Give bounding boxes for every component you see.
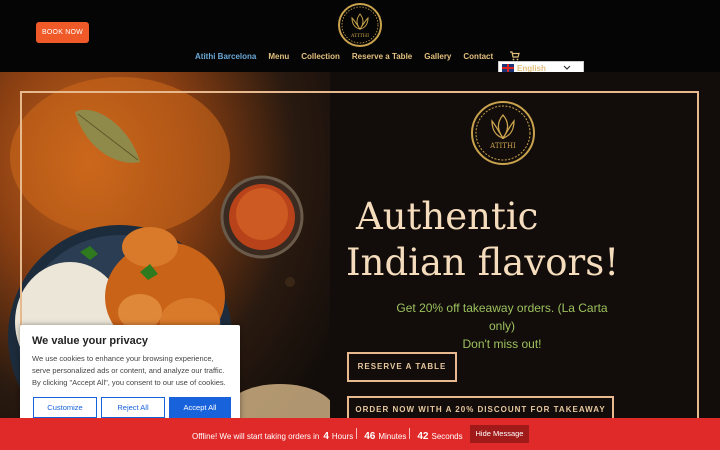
customize-button[interactable]: Customize: [33, 397, 97, 418]
svg-text:ATITHI: ATITHI: [350, 33, 369, 39]
hero-headline: Authentic Indian flavors!: [346, 194, 666, 286]
cookie-buttons: Customize Reject All Accept All: [33, 397, 231, 418]
uk-flag-icon: [502, 64, 514, 72]
headline-line-1: Authentic: [356, 195, 539, 238]
nav-reserve-table[interactable]: Reserve a Table: [352, 52, 412, 64]
nav-gallery[interactable]: Gallery: [424, 52, 451, 64]
cookie-consent-dialog: We value your privacy We use cookies to …: [20, 325, 240, 430]
chevron-down-icon: [563, 65, 571, 70]
book-now-button[interactable]: BOOK NOW: [36, 22, 89, 43]
headline-line-2: Indian flavors!: [346, 241, 620, 284]
cookie-text: We use cookies to enhance your browsing …: [32, 354, 226, 387]
nav-menu[interactable]: Menu: [268, 52, 289, 64]
seconds-label: Seconds: [431, 432, 463, 441]
minutes-label: Minutes: [378, 432, 407, 441]
countdown-seconds: 42: [417, 431, 429, 442]
nav-collection[interactable]: Collection: [301, 52, 340, 64]
divider: [356, 428, 358, 439]
cookie-title: We value your privacy: [32, 335, 148, 347]
promo-line-1: Get 20% off takeaway orders. (La Carta o…: [396, 301, 608, 333]
site-header: BOOK NOW ATITHI Atithi Barcelona Menu Co…: [0, 0, 720, 75]
atithi-emblem: ATITHI: [471, 101, 535, 165]
nav-contact[interactable]: Contact: [463, 52, 493, 64]
hours-label: Hours: [331, 432, 354, 441]
svg-text:ATITHI: ATITHI: [489, 142, 516, 150]
accept-all-button[interactable]: Accept All: [169, 397, 231, 418]
promo-text: Get 20% off takeaway orders. (La Carta o…: [382, 299, 622, 353]
countdown-minutes: 46: [364, 431, 376, 442]
reserve-table-button[interactable]: RESERVE A TABLE: [347, 352, 457, 382]
offline-notice-bar: Offline! We will start taking orders in …: [0, 418, 720, 450]
atithi-logo[interactable]: ATITHI: [337, 2, 383, 48]
countdown-hours: 4: [323, 431, 329, 442]
cart-icon[interactable]: [510, 51, 520, 61]
promo-line-2: Don't miss out!: [462, 337, 542, 351]
offline-message: Offline! We will start taking orders in …: [192, 428, 463, 442]
main-nav: Atithi Barcelona Menu Collection Reserve…: [195, 52, 493, 64]
divider: [409, 428, 411, 439]
reject-all-button[interactable]: Reject All: [101, 397, 165, 418]
nav-atithi-barcelona[interactable]: Atithi Barcelona: [195, 52, 256, 64]
hide-message-button[interactable]: Hide Message: [470, 425, 529, 443]
offline-text: Offline! We will start taking orders in: [192, 432, 320, 441]
